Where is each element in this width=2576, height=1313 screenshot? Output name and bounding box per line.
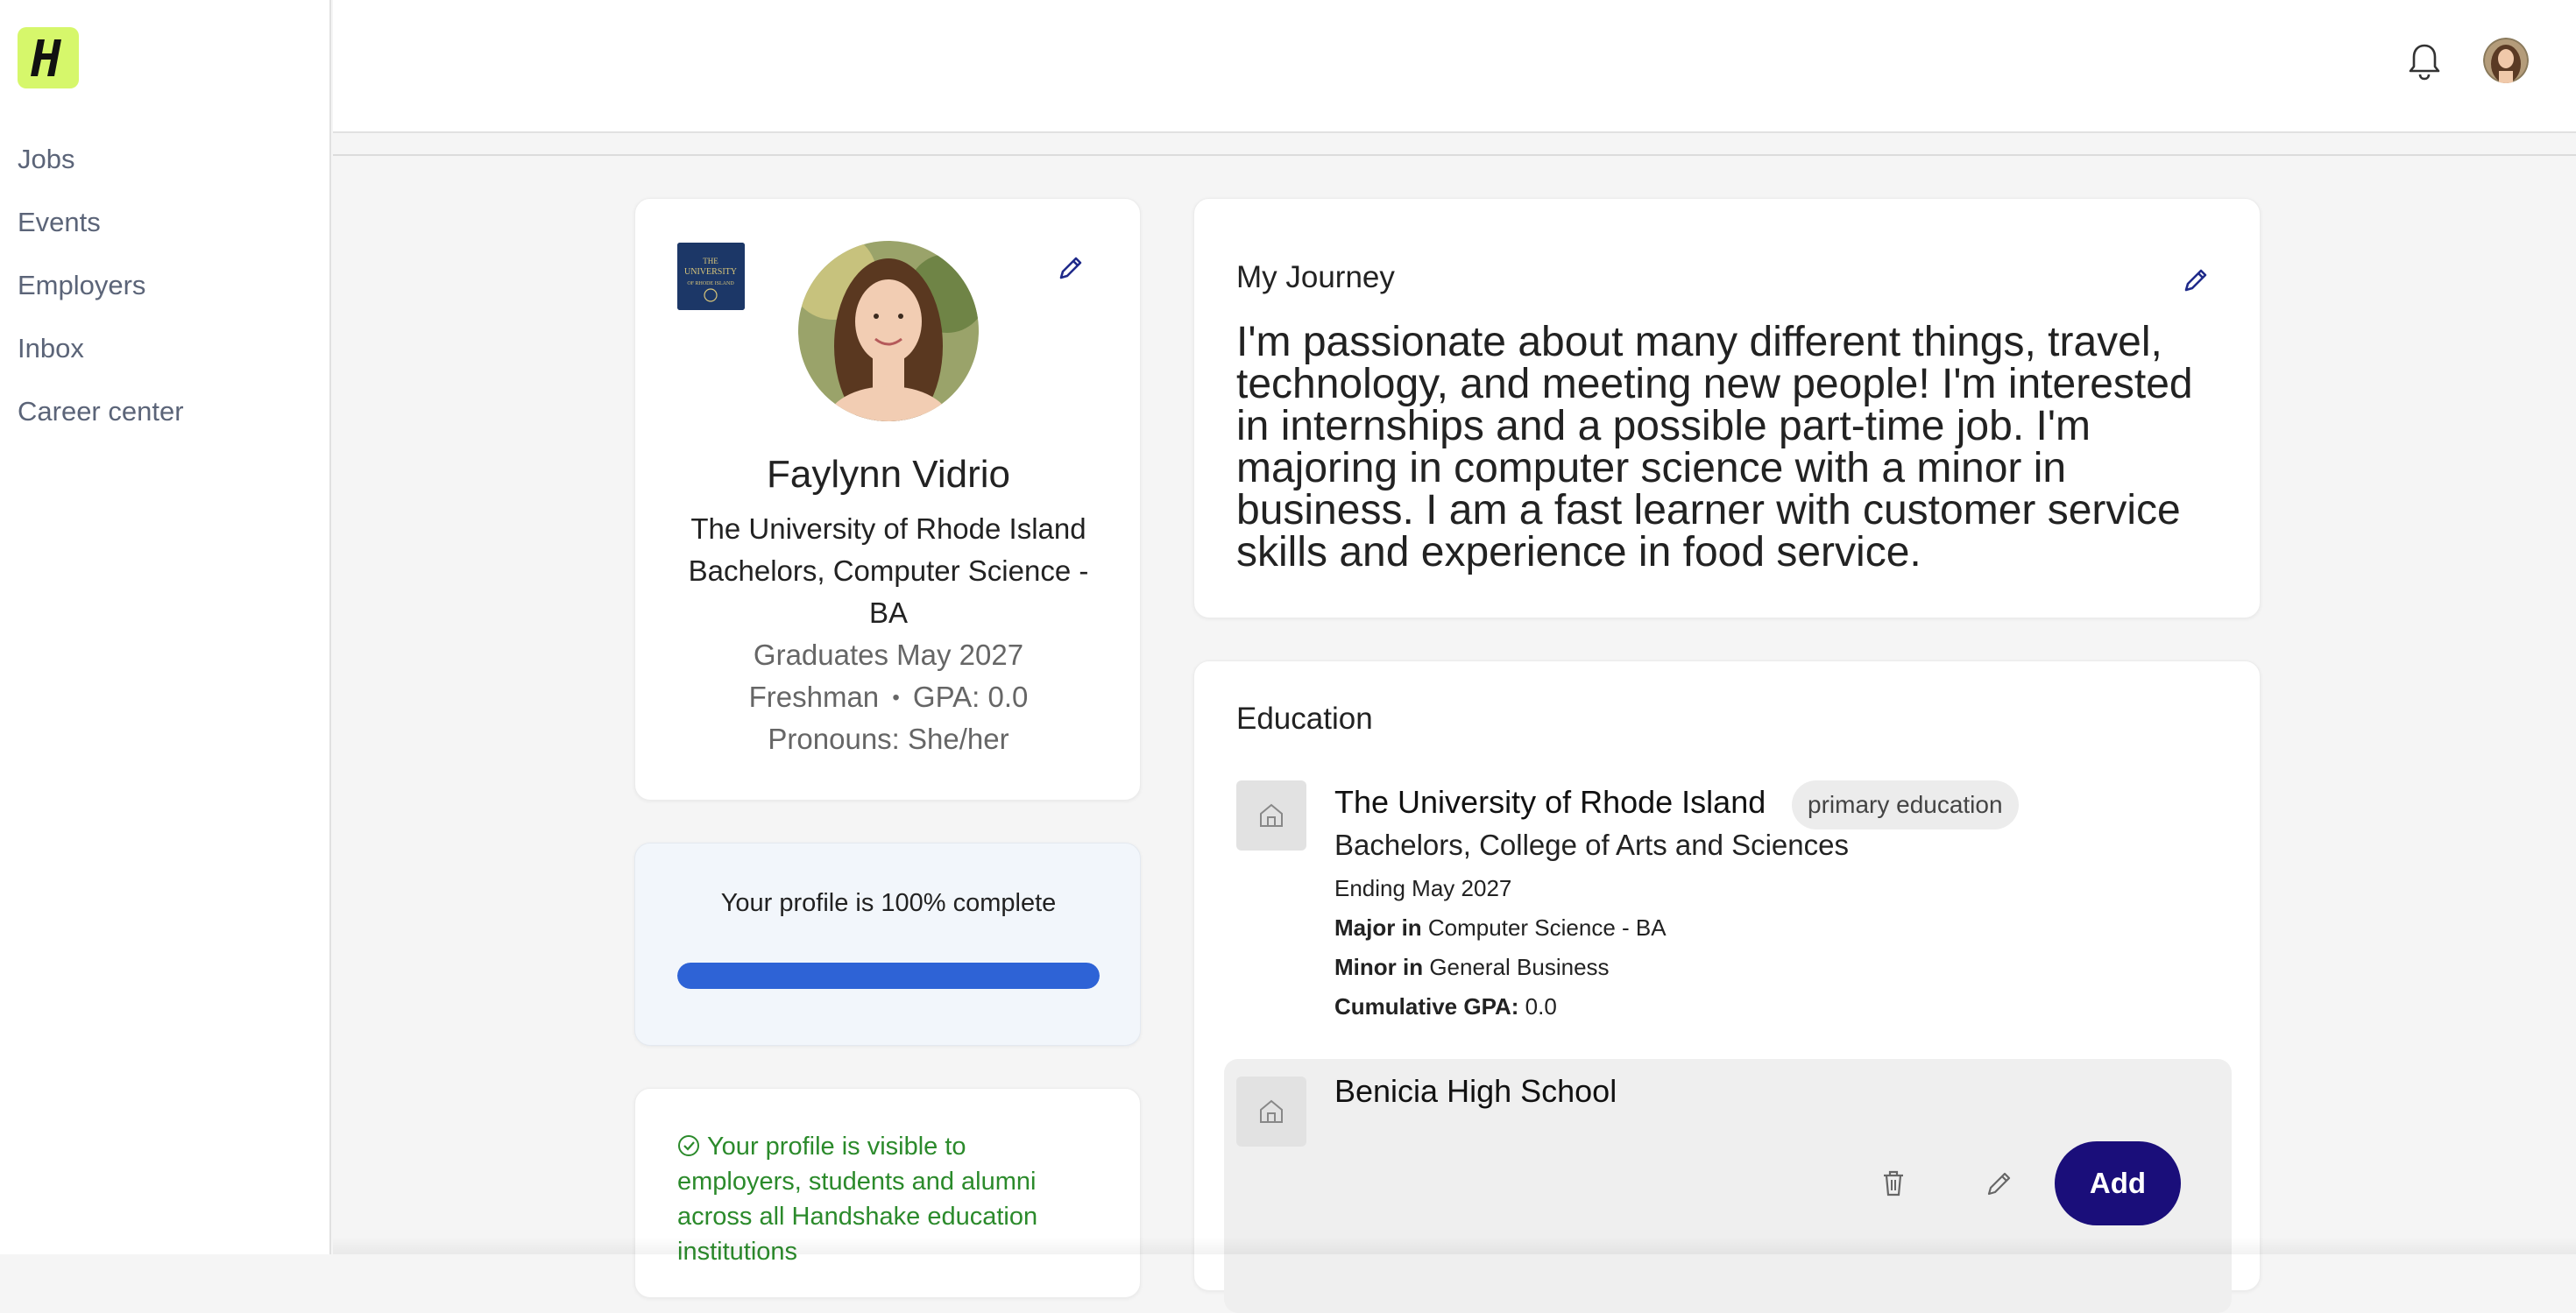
trash-icon[interactable] [1876, 1166, 1911, 1201]
primary-education-badge: primary education [1792, 780, 2019, 829]
education-ending: Ending May 2027 [1334, 875, 1512, 901]
sidebar-item-jobs[interactable]: Jobs [18, 140, 184, 203]
education-degree: Bachelors, College of Arts and Sciences [1334, 829, 1849, 861]
school-logo: THE UNIVERSITY OF RHODE ISLAND [677, 243, 745, 310]
sidebar-item-events[interactable]: Events [18, 203, 184, 266]
sidebar-item-inbox[interactable]: Inbox [18, 329, 184, 392]
profile-year: Freshman [748, 681, 880, 713]
sidebar-item-employers[interactable]: Employers [18, 266, 184, 329]
user-avatar[interactable] [2483, 38, 2529, 83]
profile-completion-card: Your profile is 100% complete [634, 843, 1141, 1046]
education-major: Major in Computer Science - BA [1334, 914, 1667, 942]
check-circle-icon [677, 1132, 700, 1156]
svg-text:OF RHODE ISLAND: OF RHODE ISLAND [687, 281, 734, 286]
sidebar: Jobs Events Employers Inbox Career cente… [0, 0, 331, 1254]
profile-photo [798, 241, 979, 421]
svg-text:THE: THE [703, 257, 718, 265]
profile-graduation: Graduates May 2027 [753, 639, 1024, 671]
profile-card: THE UNIVERSITY OF RHODE ISLAND Faylynn V… [634, 198, 1141, 801]
major-value: Computer Science - BA [1427, 914, 1667, 941]
school-icon [1236, 780, 1306, 851]
education-card: Education The University of Rhode Island… [1193, 660, 2261, 1313]
completion-text: Your profile is 100% complete [720, 889, 1057, 917]
education-entry-high-school[interactable]: Benicia High School Add [1224, 1059, 2232, 1313]
handshake-logo[interactable] [18, 27, 79, 88]
high-school-name: Benicia High School [1334, 1073, 1617, 1109]
edit-education-pencil-icon[interactable] [1981, 1166, 2016, 1201]
add-education-button[interactable]: Add [2055, 1141, 2181, 1225]
completion-progress-fill [677, 963, 1100, 989]
gpa-label: Cumulative GPA: [1334, 993, 1519, 1020]
minor-label: Minor in [1334, 954, 1424, 980]
major-label: Major in [1334, 914, 1422, 941]
profile-year-gpa: Freshman • GPA: 0.0 [635, 676, 1142, 719]
edit-profile-pencil-icon[interactable] [1056, 253, 1086, 283]
sidebar-nav: Jobs Events Employers Inbox Career cente… [18, 140, 184, 455]
profile-pronouns: Pronouns: She/her [768, 723, 1009, 755]
profile-school: The University of Rhode Island [690, 512, 1086, 545]
profile-name: Faylynn Vidrio [767, 453, 1010, 496]
journey-title: My Journey [1236, 260, 1395, 294]
visibility-card: Your profile is visible to employers, st… [634, 1088, 1141, 1298]
profile-gpa: GPA: 0.0 [912, 681, 1029, 713]
completion-progress-bar [677, 963, 1100, 989]
scroll-fade [333, 1237, 2576, 1254]
journey-text: I'm passionate about many different thin… [1236, 319, 2193, 575]
education-school-name: The University of Rhode Island [1334, 784, 1766, 820]
svg-text:UNIVERSITY: UNIVERSITY [684, 267, 737, 277]
header-divider [333, 154, 2576, 156]
top-header [333, 0, 2576, 133]
education-title: Education [1236, 702, 1373, 736]
my-journey-card: My Journey I'm passionate about many dif… [1193, 198, 2261, 618]
sidebar-item-career-center[interactable]: Career center [18, 392, 184, 455]
gpa-value: 0.0 [1525, 993, 1557, 1020]
bell-icon[interactable] [2407, 42, 2442, 81]
school-icon [1236, 1077, 1306, 1147]
profile-degree: Bachelors, Computer Science - BA [688, 554, 1089, 629]
education-gpa: Cumulative GPA: 0.0 [1334, 993, 1557, 1020]
handshake-logo-icon [31, 39, 61, 76]
minor-value: General Business [1429, 954, 1610, 980]
education-minor: Minor in General Business [1334, 954, 1610, 981]
profile-separator: • [892, 686, 900, 709]
edit-journey-pencil-icon[interactable] [2181, 265, 2211, 295]
